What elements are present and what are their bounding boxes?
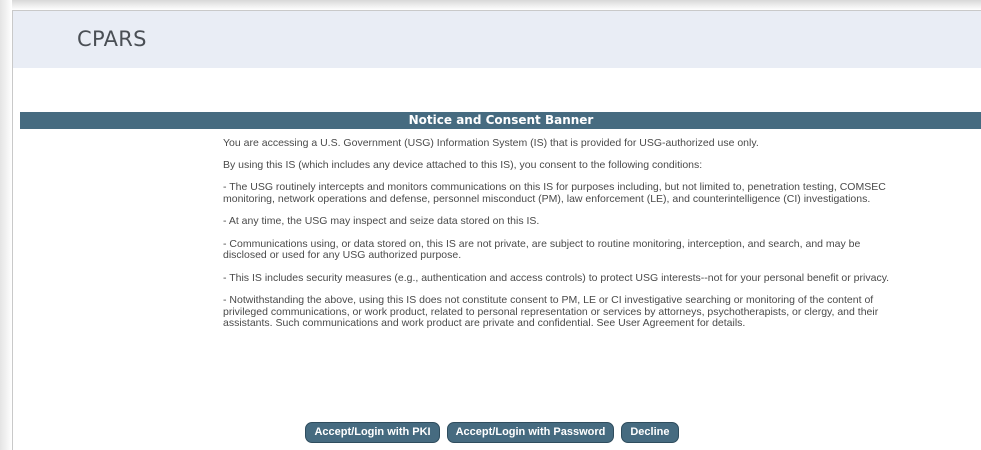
window-shadow-left <box>0 0 12 450</box>
notice-paragraph: By using this IS (which includes any dev… <box>223 158 703 171</box>
browser-window: CPARS Notice and Consent Banner You are … <box>12 10 981 450</box>
window-shadow-top <box>0 0 981 10</box>
notice-banner-title: Notice and Consent Banner <box>20 112 981 129</box>
notice-paragraph: - This IS includes security measures (e.… <box>223 271 890 284</box>
page-header: CPARS <box>13 11 981 68</box>
notice-paragraph: - At any time, the USG may inspect and s… <box>223 215 540 227</box>
notice-paragraph: - Notwithstanding the above, using this … <box>223 294 879 329</box>
decline-button[interactable]: Decline <box>621 422 679 443</box>
consent-button-row: Accept/Login with PKI Accept/Login with … <box>13 422 981 443</box>
notice-paragraph: - The USG routinely intercepts and monit… <box>223 181 886 205</box>
notice-text: You are accessing a U.S. Government (USG… <box>223 137 903 341</box>
notice-paragraph: You are accessing a U.S. Government (USG… <box>223 137 759 149</box>
accept-login-pki-button[interactable]: Accept/Login with PKI <box>305 422 440 443</box>
accept-login-password-button[interactable]: Accept/Login with Password <box>446 422 615 443</box>
notice-paragraph: - Communications using, or data stored o… <box>223 237 861 261</box>
cpars-logo[interactable]: CPARS <box>77 27 147 51</box>
